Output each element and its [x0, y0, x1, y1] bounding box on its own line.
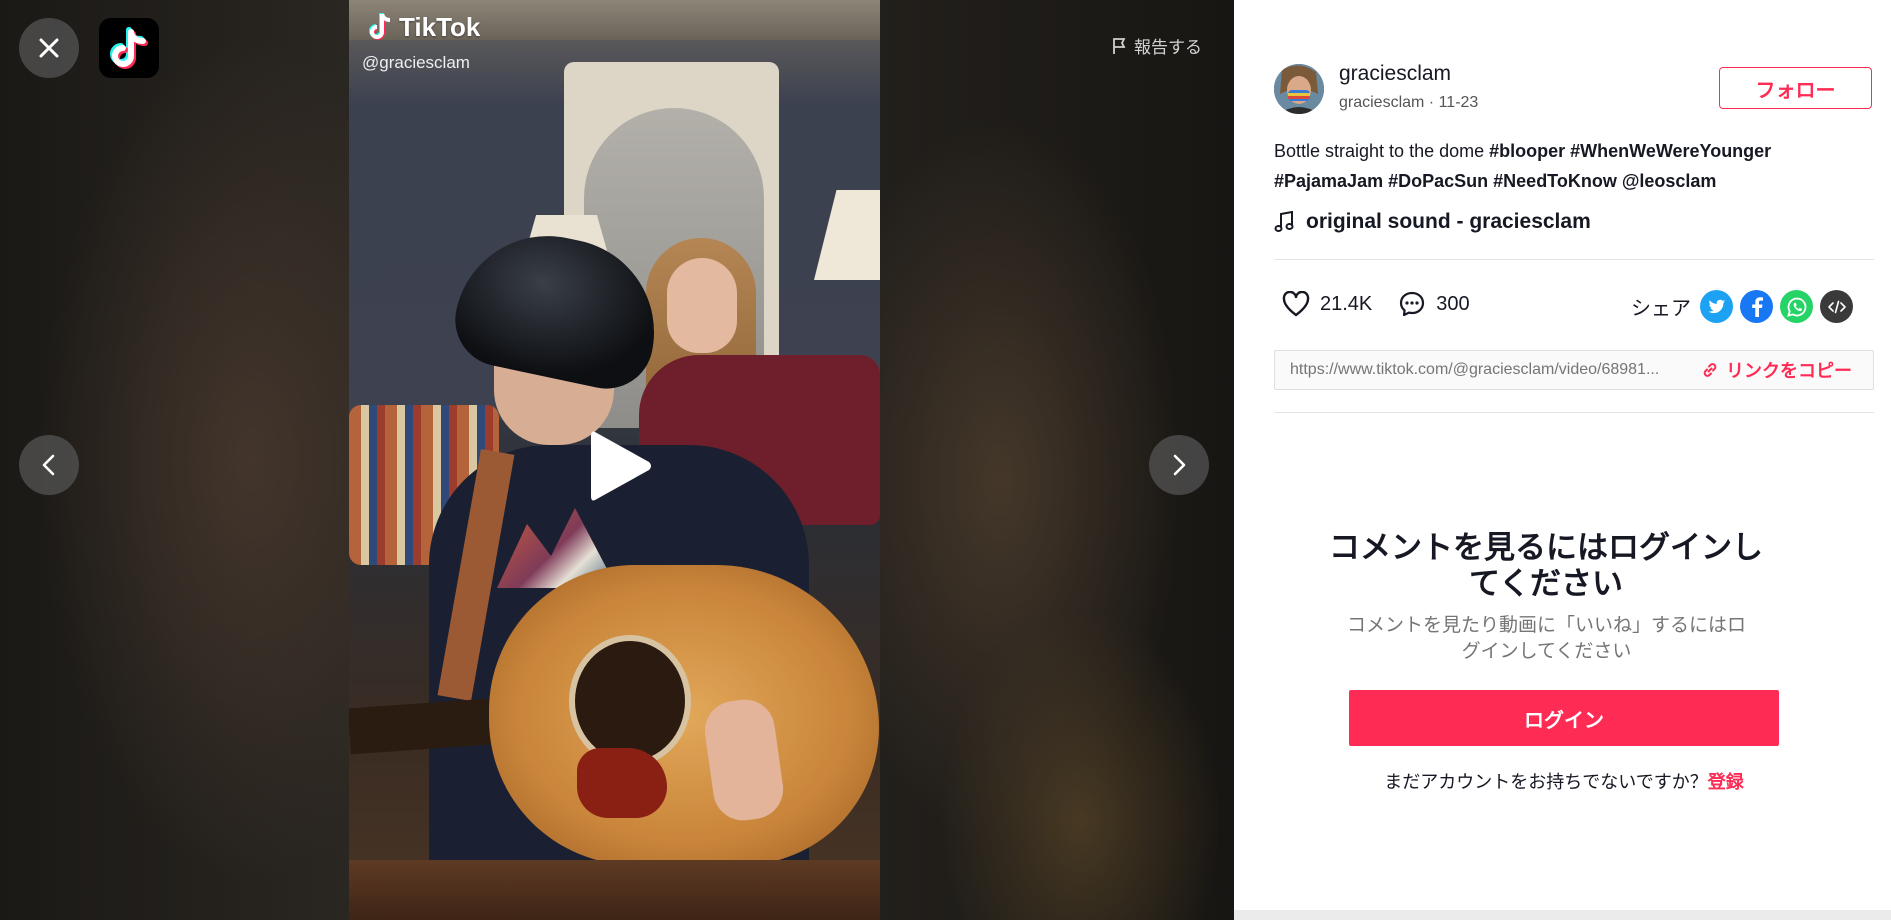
hashtag-link[interactable]: #DoPacSun	[1388, 171, 1488, 191]
divider	[1274, 412, 1874, 413]
sound-link[interactable]: original sound - graciesclam	[1274, 210, 1591, 234]
chevron-right-icon	[1173, 454, 1186, 476]
next-video-button[interactable]	[1149, 435, 1209, 495]
tiktok-logo[interactable]	[99, 18, 159, 78]
video-caption: Bottle straight to the dome #blooper #Wh…	[1274, 136, 1834, 196]
music-note-icon	[1274, 211, 1294, 232]
video-frame-table	[349, 860, 880, 920]
engagement-stats: 21.4K 300	[1282, 290, 1496, 318]
like-count: 21.4K	[1320, 292, 1373, 315]
sound-title: original sound - graciesclam	[1306, 210, 1591, 233]
caption-text: Bottle straight to the dome	[1274, 141, 1490, 161]
link-icon	[1703, 363, 1717, 377]
copy-link-label: リンクをコピー	[1726, 361, 1852, 382]
video-stage: TikTok @graciesclam 報告する	[0, 0, 1234, 920]
video-watermark: TikTok	[367, 10, 480, 44]
report-button[interactable]: 報告する	[1112, 33, 1202, 58]
login-prompt-subtitle: コメントを見たり動画に「いいね」するにはログインしてください	[1346, 614, 1746, 662]
signup-prompt: まだアカウントをお持ちでないですか？登録	[1294, 768, 1834, 794]
login-button[interactable]: ログイン	[1349, 690, 1779, 746]
comment-button[interactable]: 300	[1398, 290, 1470, 318]
hashtag-link[interactable]: #blooper	[1489, 141, 1565, 161]
author-username[interactable]: graciesclam	[1339, 62, 1451, 86]
panel-bottom-strip	[1234, 910, 1891, 920]
share-bar: シェア	[1631, 290, 1853, 323]
info-panel: graciesclam graciesclam · 11-23 フォロー Bot…	[1234, 0, 1891, 910]
share-link-url[interactable]: https://www.tiktok.com/@graciesclam/vide…	[1275, 361, 1690, 379]
embed-icon	[1827, 300, 1846, 313]
whatsapp-icon	[1786, 297, 1806, 317]
chevron-left-icon	[42, 454, 55, 476]
follow-button[interactable]: フォロー	[1719, 67, 1872, 109]
video-watermark-brand: TikTok	[399, 11, 481, 42]
video-frame-person	[667, 258, 737, 353]
avatar-image	[1274, 64, 1324, 114]
signup-link[interactable]: 登録	[1708, 772, 1744, 793]
comment-count: 300	[1436, 292, 1470, 315]
share-label: シェア	[1631, 296, 1691, 320]
divider	[1274, 259, 1874, 260]
hashtag-link[interactable]: #PajamaJam	[1274, 171, 1383, 191]
share-link-box: https://www.tiktok.com/@graciesclam/vide…	[1274, 350, 1874, 390]
comment-icon	[1400, 291, 1425, 317]
signup-prompt-text: まだアカウントをお持ちでないですか？	[1384, 772, 1708, 793]
mention-link[interactable]: @leosclam	[1622, 171, 1717, 191]
facebook-icon	[1751, 296, 1763, 317]
author-subline: graciesclam · 11-23	[1339, 94, 1479, 111]
share-embed-button[interactable]	[1820, 290, 1853, 323]
report-label: 報告する	[1134, 38, 1202, 58]
hashtag-link[interactable]: #NeedToKnow	[1493, 171, 1617, 191]
hashtag-link[interactable]: #WhenWeWereYounger	[1570, 141, 1771, 161]
share-whatsapp-button[interactable]	[1780, 290, 1813, 323]
heart-icon	[1282, 291, 1310, 317]
copy-link-button[interactable]: リンクをコピー	[1702, 357, 1852, 383]
share-twitter-button[interactable]	[1700, 290, 1733, 323]
like-button[interactable]: 21.4K	[1282, 291, 1372, 317]
tiktok-note-icon	[369, 13, 391, 40]
play-icon	[591, 431, 651, 501]
flag-icon	[1113, 37, 1126, 54]
login-prompt-title: コメントを見るにはログインしてください	[1329, 530, 1763, 602]
tiktok-logo-icon	[110, 27, 148, 69]
close-icon	[39, 38, 59, 58]
close-button[interactable]	[19, 18, 79, 78]
share-facebook-button[interactable]	[1740, 290, 1773, 323]
video-frame-pickguard	[577, 748, 667, 818]
previous-video-button[interactable]	[19, 435, 79, 495]
play-button[interactable]	[585, 426, 655, 506]
video-watermark-handle: @graciesclam	[362, 53, 470, 72]
avatar[interactable]	[1274, 64, 1324, 114]
twitter-icon	[1708, 299, 1725, 313]
